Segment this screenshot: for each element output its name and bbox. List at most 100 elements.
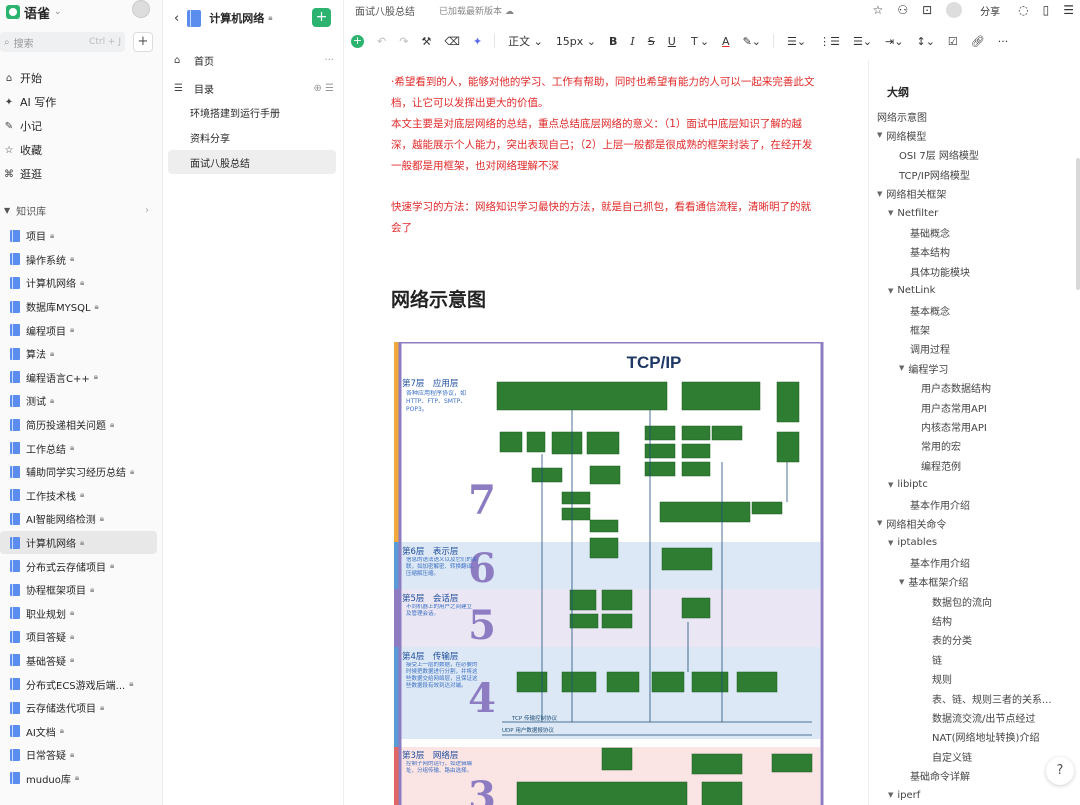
caret-down-icon[interactable]: ▼ — [888, 209, 893, 217]
outline-item[interactable]: ▼ 基本框架介绍 — [899, 573, 968, 591]
outline-item[interactable]: 用户态常用API — [921, 398, 987, 416]
outline-item[interactable]: ▼ libiptc — [888, 476, 928, 494]
kb-item[interactable]: 操作系统 🔒︎ — [0, 248, 162, 272]
avatar[interactable] — [946, 2, 963, 18]
outline-item[interactable]: 表的分类 — [932, 631, 972, 649]
kb-item[interactable]: 数据库MYSQL 🔒︎ — [0, 295, 162, 319]
avatar[interactable] — [132, 0, 150, 18]
kb-item[interactable]: 计算机网络 🔒︎ — [0, 271, 162, 295]
ordered-list-icon[interactable]: ☰⌄ — [853, 35, 872, 48]
task-icon[interactable]: ☑ — [948, 35, 958, 48]
kb-item[interactable]: AI文档 🔒︎ — [0, 719, 162, 743]
outline-item[interactable]: 基本作用介绍 — [910, 495, 970, 513]
back-icon[interactable]: ‹ — [174, 11, 179, 26]
toc-header[interactable]: ☰ 目录 ⊕ ☰ — [164, 76, 344, 100]
outline-item[interactable]: OSI 7层 网络模型 — [899, 146, 979, 164]
history-icon[interactable]: ⊡ — [922, 3, 932, 17]
kb-item[interactable]: 编程语言C++ 🔒︎ — [0, 366, 162, 390]
line-height-icon[interactable]: ↕⌄ — [916, 35, 934, 48]
kb-item[interactable]: 编程项目 🔒︎ — [0, 318, 162, 342]
doc-item-active[interactable]: 面试八股总结 — [168, 150, 336, 174]
link-icon[interactable]: 🔗︎ — [971, 35, 985, 48]
share-button[interactable]: 分享 — [976, 3, 1004, 18]
more-icon[interactable]: ··· — [324, 55, 334, 66]
doc-item[interactable]: 资料分享 — [168, 125, 336, 149]
undo-icon[interactable]: ↶ — [377, 35, 386, 48]
doc-item[interactable]: 环境搭建到运行手册 — [168, 100, 336, 124]
font-color-icon[interactable]: A — [722, 35, 730, 48]
insert-icon[interactable]: + — [351, 34, 364, 48]
font-size-select[interactable]: 15px ⌄ — [556, 35, 596, 48]
breadcrumb[interactable]: 面试八股总结 — [355, 3, 415, 18]
nav-item[interactable]: ⌘ 逛逛 — [0, 162, 162, 186]
outline-scrollbar[interactable] — [1076, 158, 1080, 290]
outline-item[interactable]: 常用的宏 — [921, 437, 961, 455]
outline-item[interactable]: 规则 — [932, 670, 952, 688]
clear-format-icon[interactable]: ⌫ — [444, 35, 460, 48]
more-icon[interactable]: ☰ — [1063, 3, 1074, 17]
outline-item[interactable]: 自定义链 — [932, 747, 972, 765]
kb-item[interactable]: 协程框架项目 🔒︎ — [0, 578, 162, 602]
collaborator-icon[interactable]: ⚇ — [897, 3, 908, 17]
kb-item[interactable]: 简历投递相关问题 🔒︎ — [0, 413, 162, 437]
strikethrough-icon[interactable]: S — [648, 35, 655, 48]
outline-item[interactable]: 基本结构 — [910, 243, 950, 261]
align-icon[interactable]: ☰⌄ — [787, 35, 806, 48]
kb-item[interactable]: 项目 🔒︎ — [0, 224, 162, 248]
star-icon[interactable]: ☆ — [873, 3, 884, 17]
outline-item[interactable]: 框架 — [910, 320, 930, 338]
outline-item[interactable]: ▼ iperf — [888, 786, 920, 804]
nav-item[interactable]: ✎ 小记 — [0, 114, 162, 138]
outline-item[interactable]: 基础命令详解 — [910, 767, 970, 785]
kb-item[interactable]: muduo库 🔒︎ — [0, 767, 162, 791]
outline-item[interactable]: 基本概念 — [910, 301, 950, 319]
comment-icon[interactable]: ◌ — [1018, 3, 1028, 17]
outline-item[interactable]: NAT(网络地址转换)介绍 — [932, 728, 1039, 746]
kb-item[interactable]: 工作技术栈 🔒︎ — [0, 484, 162, 508]
outline-item[interactable]: 数据流交流/出节点经过 — [932, 708, 1035, 726]
outline-item[interactable]: 用户态数据结构 — [921, 379, 991, 397]
nav-item[interactable]: ☆ 收藏 — [0, 138, 162, 162]
kb-section-header[interactable]: ▼ 知识库 › — [0, 200, 162, 220]
more-format-icon[interactable]: Ｔ⌄ — [689, 33, 709, 49]
bold-icon[interactable]: B — [609, 35, 617, 48]
outline-item[interactable]: TCP/IP网络模型 — [899, 165, 970, 183]
document-editor[interactable]: ·希望看到的人，能够对他的学习、工作有帮助，同时也希望有能力的人可以一起来完善此… — [345, 60, 865, 805]
kb-item[interactable]: 计算机网络 🔒︎ — [0, 530, 157, 555]
style-select[interactable]: 正文 ⌄ — [508, 33, 543, 49]
outline-item[interactable]: 基础概念 — [910, 223, 950, 241]
caret-down-icon[interactable]: ▼ — [899, 578, 904, 586]
layout-icon[interactable]: ▯ — [1043, 3, 1050, 17]
outline-item[interactable]: 调用过程 — [910, 340, 950, 358]
kb-item[interactable]: 算法 🔒︎ — [0, 342, 162, 366]
kb-item[interactable]: 基础答疑 🔒︎ — [0, 649, 162, 673]
outline-item[interactable]: 具体功能模块 — [910, 262, 970, 280]
kb-item[interactable]: AI智能网络检测 🔒︎ — [0, 507, 162, 531]
book-home-link[interactable]: ⌂ 首页 ··· — [164, 48, 344, 72]
outline-item[interactable]: ▼ Netfilter — [888, 204, 938, 222]
new-button[interactable]: + — [133, 32, 153, 52]
list-icon[interactable]: ⋮☰ — [819, 35, 840, 48]
caret-down-icon[interactable]: ▼ — [877, 519, 882, 527]
caret-down-icon[interactable]: ▼ — [877, 190, 882, 198]
redo-icon[interactable]: ↷ — [399, 35, 408, 48]
outline-item[interactable]: ▼ 网络相关命令 — [877, 514, 946, 532]
search-input[interactable]: ⌕ 搜索 Ctrl + J — [0, 32, 125, 52]
outline-item[interactable]: 网络示意图 — [877, 107, 927, 125]
underline-icon[interactable]: U — [668, 35, 676, 48]
outline-item[interactable]: ▼ 编程学习 — [899, 359, 948, 377]
outline-item[interactable]: 数据包的流向 — [932, 592, 992, 610]
caret-down-icon[interactable]: ▼ — [888, 287, 893, 295]
caret-down-icon[interactable]: ▼ — [888, 791, 893, 799]
kb-item[interactable]: 云存储迭代项目 🔒︎ — [0, 696, 162, 720]
add-doc-button[interactable]: + — [312, 8, 331, 27]
help-button[interactable]: ? — [1046, 757, 1074, 785]
italic-icon[interactable]: I — [630, 35, 634, 48]
outline-item[interactable]: 内核态常用API — [921, 417, 987, 435]
outline-item[interactable]: 表、链、规则三者的关系... — [932, 689, 1052, 707]
chevron-right-icon[interactable]: › — [145, 205, 149, 216]
kb-item[interactable]: 分布式云存储项目 🔒︎ — [0, 554, 162, 578]
ai-icon[interactable]: ✦ — [473, 35, 482, 48]
nav-item[interactable]: ✦ AI 写作 — [0, 90, 162, 114]
chevron-down-icon[interactable]: ⌄ — [54, 7, 62, 17]
